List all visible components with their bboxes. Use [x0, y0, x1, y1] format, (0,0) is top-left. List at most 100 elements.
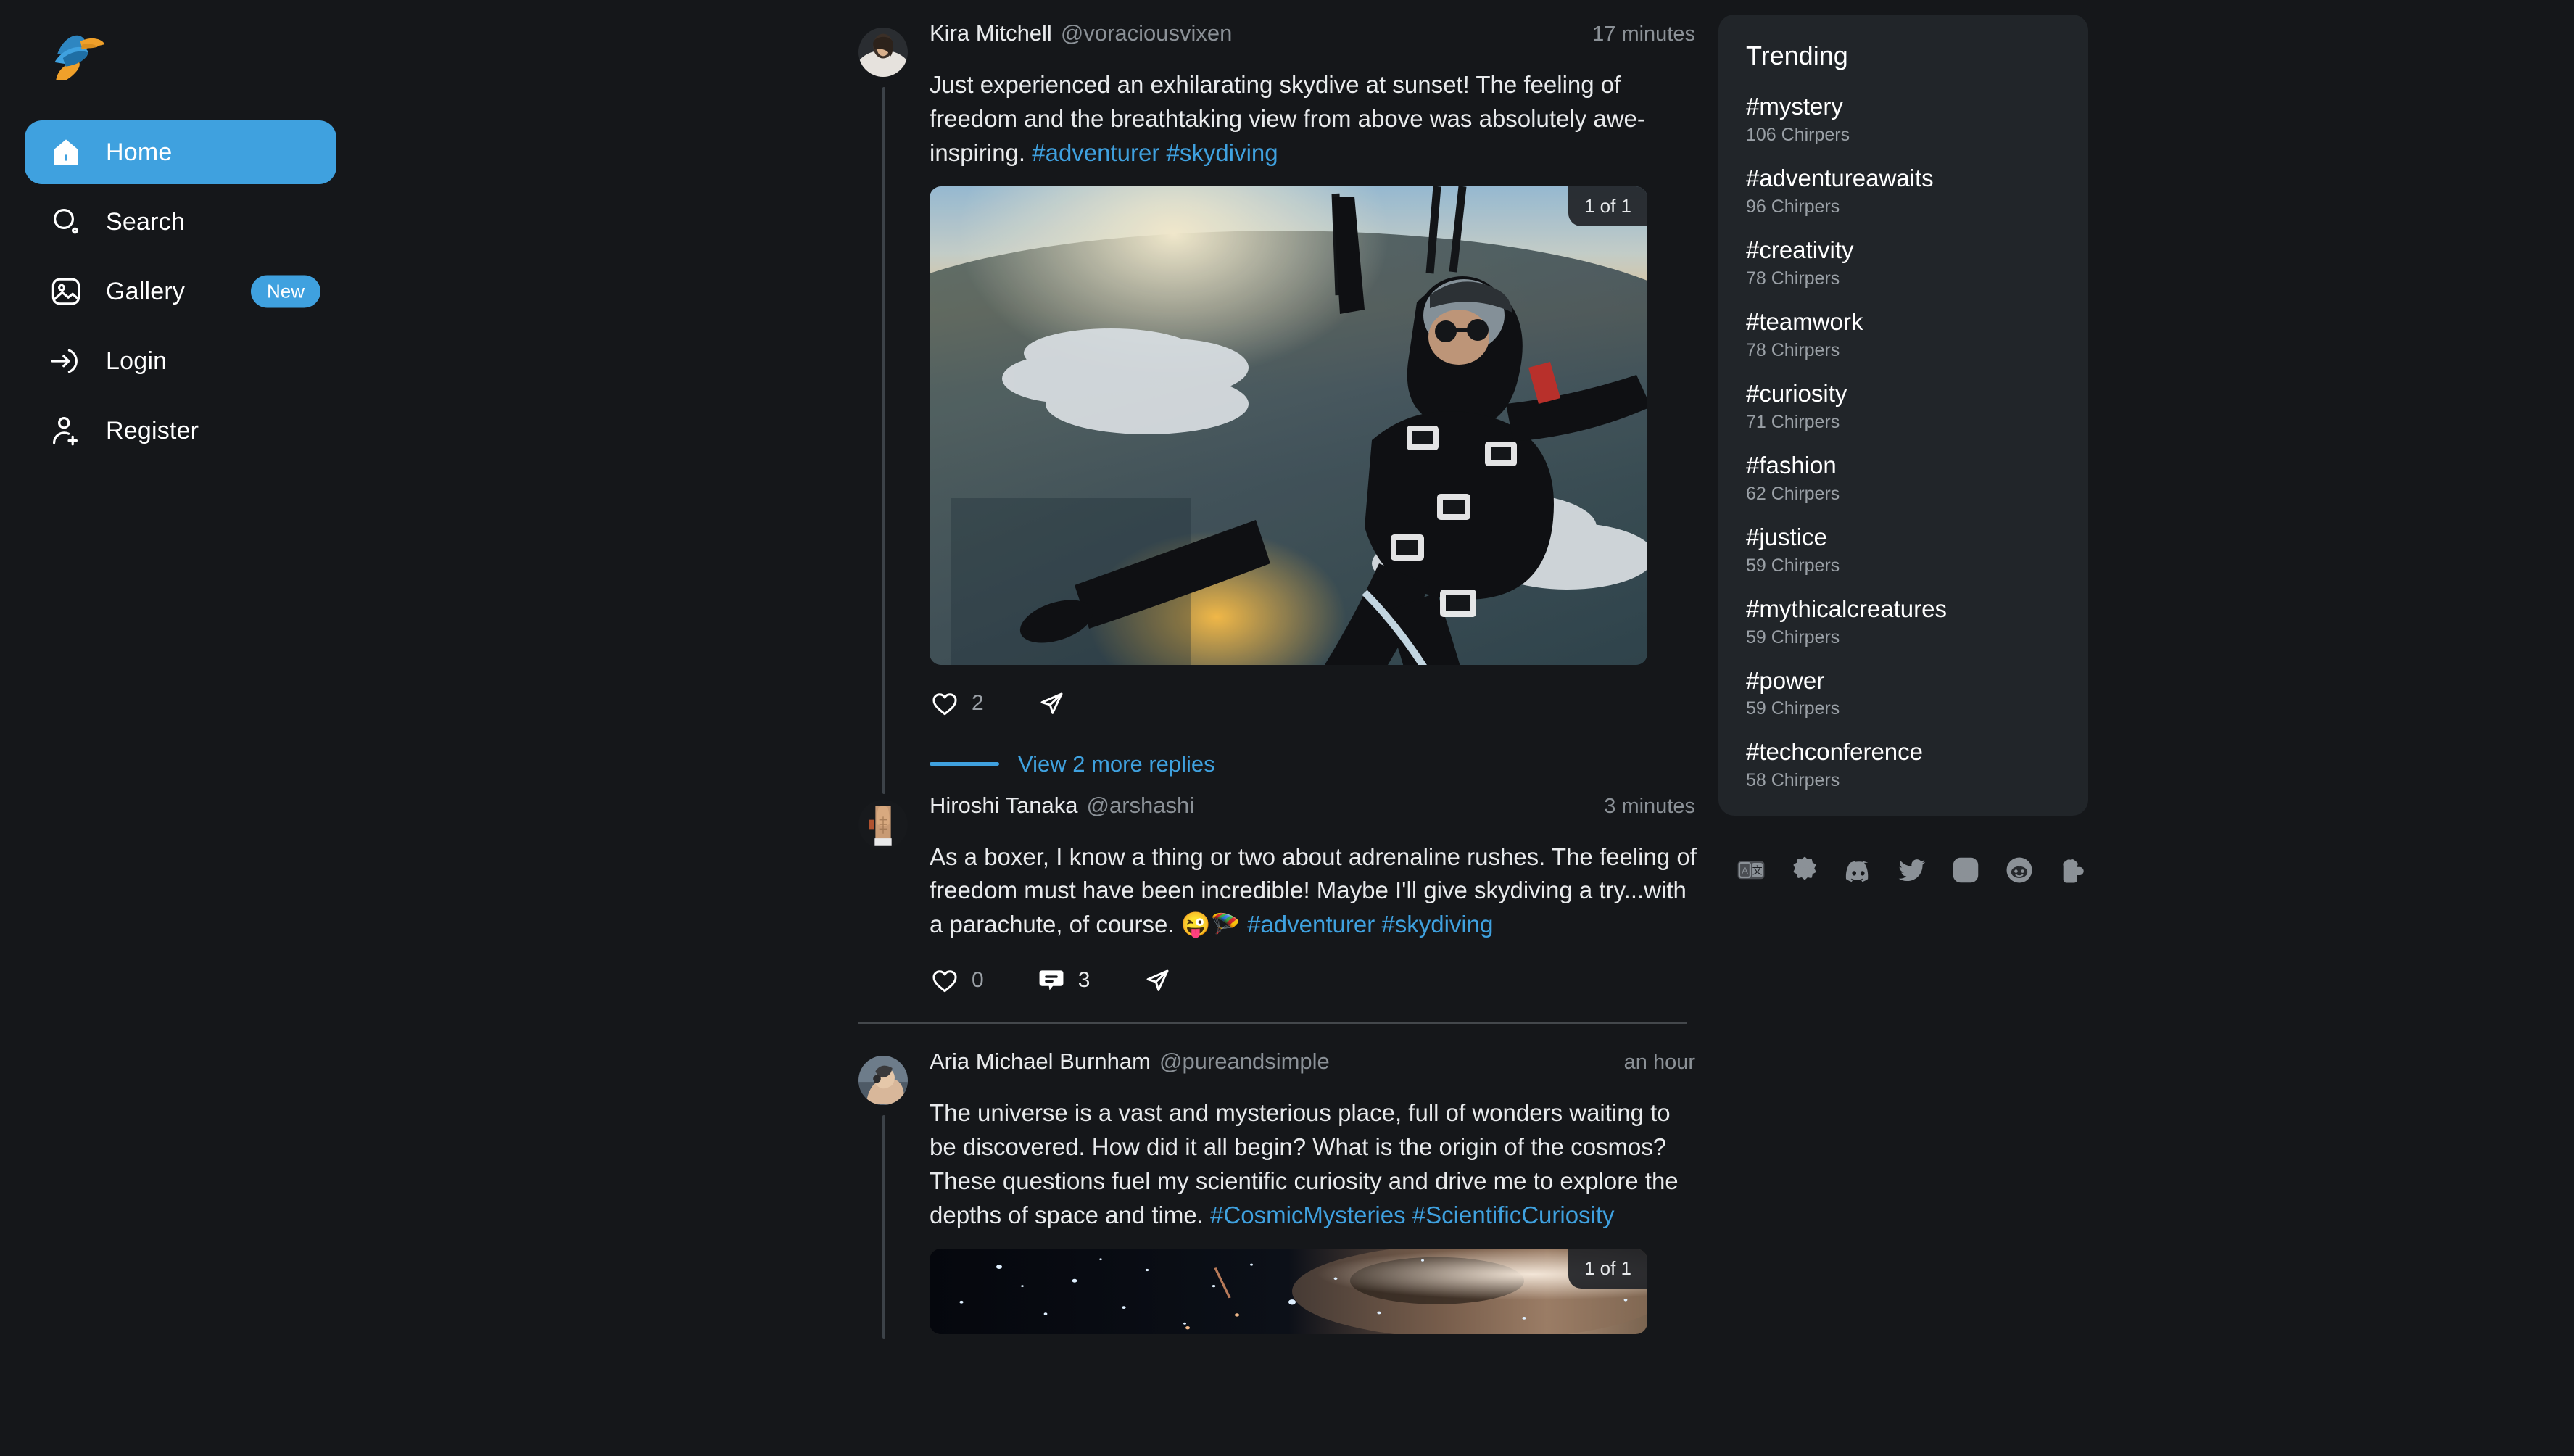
translate-icon[interactable]: A文 [1736, 855, 1766, 885]
heart-icon [932, 692, 957, 715]
reply-button[interactable]: 3 [1036, 965, 1091, 996]
trending-title: Trending [1746, 41, 1848, 70]
like-button[interactable]: 0 [930, 965, 984, 996]
trending-tag: #techconference [1746, 738, 1924, 766]
avatar[interactable] [858, 799, 908, 849]
instagram-icon[interactable] [1950, 855, 1981, 885]
post: Hiroshi Tanaka @arshashi 3 minutes As a … [834, 790, 1711, 1025]
reply-count: 3 [1077, 968, 1091, 993]
discord-icon[interactable] [1843, 855, 1874, 885]
trending-item[interactable]: #mythicalcreatures 59 Chirpers [1746, 595, 2061, 648]
trending-item[interactable]: #adventureawaits 96 Chirpers [1746, 165, 2061, 218]
right-rail: Trending #mystery 106 Chirpers #adventur… [1718, 15, 2095, 885]
like-count: 0 [972, 968, 984, 993]
trending-count: 96 Chirpers [1746, 196, 1840, 217]
post-actions: 2 [930, 681, 1701, 726]
trending-item[interactable]: #mystery 106 Chirpers [1746, 93, 2061, 146]
more-replies-label[interactable]: View 2 more replies [1018, 751, 1215, 777]
hashtag-link[interactable]: #ScientificCuriosity [1412, 1201, 1615, 1228]
hashtag-link[interactable]: #adventurer [1247, 911, 1375, 938]
login-icon [48, 343, 84, 379]
hashtag-link[interactable]: #CosmicMysteries [1210, 1201, 1406, 1228]
share-button[interactable] [1036, 688, 1067, 719]
sidebar-item-label: Search [106, 207, 185, 236]
post-timestamp: 17 minutes [1592, 22, 1695, 46]
trending-item[interactable]: #justice 59 Chirpers [1746, 524, 2061, 576]
gear-icon[interactable] [1789, 855, 1820, 885]
trending-item[interactable]: #power 59 Chirpers [1746, 667, 2061, 720]
view-more-replies[interactable]: View 2 more replies [930, 739, 1701, 790]
feed: Kira Mitchell @voraciousvixen 17 minutes… [834, 0, 1711, 1456]
author-name[interactable]: Hiroshi Tanaka [930, 793, 1077, 819]
avatar[interactable] [858, 28, 908, 77]
svg-text:文: 文 [1752, 865, 1763, 877]
rail-footer-icons: A文 [1718, 855, 2095, 885]
trending-count: 59 Chirpers [1746, 626, 1840, 648]
post-media-image[interactable]: 1 of 1 [930, 1248, 1647, 1334]
send-icon [1040, 692, 1063, 714]
sidebar-item-gallery[interactable]: Gallery New [25, 260, 336, 323]
hashtag-link[interactable]: #adventurer [1032, 139, 1159, 166]
post-text: Just experienced an exhilarating skydive… [930, 68, 1701, 170]
like-button[interactable]: 2 [930, 688, 984, 719]
trending-item[interactable]: #teamwork 78 Chirpers [1746, 308, 2061, 361]
trending-tag: #adventureawaits [1746, 164, 1934, 191]
trending-item[interactable]: #creativity 78 Chirpers [1746, 236, 2061, 289]
sidebar-item-register[interactable]: Register [25, 399, 336, 463]
sidebar-item-label: Gallery [106, 277, 186, 305]
trending-count: 62 Chirpers [1746, 483, 1840, 504]
author-name[interactable]: Aria Michael Burnham [930, 1048, 1151, 1075]
media-counter: 1 of 1 [1568, 186, 1647, 226]
trending-count: 78 Chirpers [1746, 339, 1840, 360]
trending-item[interactable]: #techconference 58 Chirpers [1746, 738, 2061, 791]
thread-connector-line [882, 87, 885, 794]
avatar-column [858, 20, 930, 794]
trending-tag: #justice [1746, 523, 1827, 550]
share-button[interactable] [1142, 965, 1172, 996]
trending-tag: #curiosity [1746, 379, 1847, 407]
trending-tag: #fashion [1746, 451, 1837, 479]
reddit-icon[interactable] [2004, 855, 2035, 885]
sidebar-item-search[interactable]: Search [25, 190, 336, 254]
like-count: 2 [972, 690, 984, 715]
sidebar-item-label: Home [106, 138, 173, 166]
svg-text:A: A [1742, 865, 1749, 877]
avatar-column [858, 793, 930, 1004]
avatar[interactable] [858, 1056, 908, 1106]
sidebar-item-label: Register [106, 416, 199, 444]
twitter-icon[interactable] [1897, 855, 1927, 885]
post-header: Aria Michael Burnham @pureandsimple an h… [930, 1048, 1701, 1082]
hashtag-link[interactable]: #skydiving [1381, 911, 1493, 938]
author-name[interactable]: Kira Mitchell [930, 20, 1052, 46]
post-text: The universe is a vast and mysterious pl… [930, 1096, 1701, 1232]
post-actions: 0 3 [930, 958, 1701, 1003]
avatar-column [858, 1048, 930, 1339]
trending-count: 71 Chirpers [1746, 411, 1840, 432]
trending-item[interactable]: #fashion 62 Chirpers [1746, 452, 2061, 505]
post-timestamp: an hour [1623, 1051, 1695, 1075]
app-root: Home Search Gallery New Login Register K… [0, 0, 2574, 1456]
trending-item[interactable]: #curiosity 71 Chirpers [1746, 380, 2061, 433]
author-handle[interactable]: @pureandsimple [1159, 1048, 1330, 1075]
trending-count: 59 Chirpers [1746, 698, 1840, 719]
gallery-icon [48, 273, 84, 310]
chirper-bird-logo[interactable] [42, 26, 112, 96]
sidebar-item-home[interactable]: Home [25, 120, 336, 184]
hashtag-link[interactable]: #skydiving [1167, 139, 1278, 166]
trending-count: 106 Chirpers [1746, 124, 1850, 145]
beer-mug-icon[interactable] [2058, 855, 2088, 885]
trending-count: 59 Chirpers [1746, 555, 1840, 576]
trending-tag: #mystery [1746, 93, 1843, 120]
gallery-new-badge: New [250, 275, 320, 308]
trending-tag: #creativity [1746, 236, 1854, 263]
more-replies-dash [930, 762, 999, 766]
author-handle[interactable]: @arshashi [1086, 793, 1194, 819]
comment-icon [1039, 970, 1064, 990]
send-icon [1146, 969, 1169, 991]
post-text: As a boxer, I know a thing or two about … [930, 840, 1701, 943]
sidebar-item-login[interactable]: Login [25, 329, 336, 393]
post-media-image[interactable]: 1 of 1 [930, 186, 1647, 665]
trending-count: 58 Chirpers [1746, 770, 1840, 791]
author-handle[interactable]: @voraciousvixen [1061, 20, 1233, 46]
sidebar: Home Search Gallery New Login Register [0, 0, 834, 1456]
